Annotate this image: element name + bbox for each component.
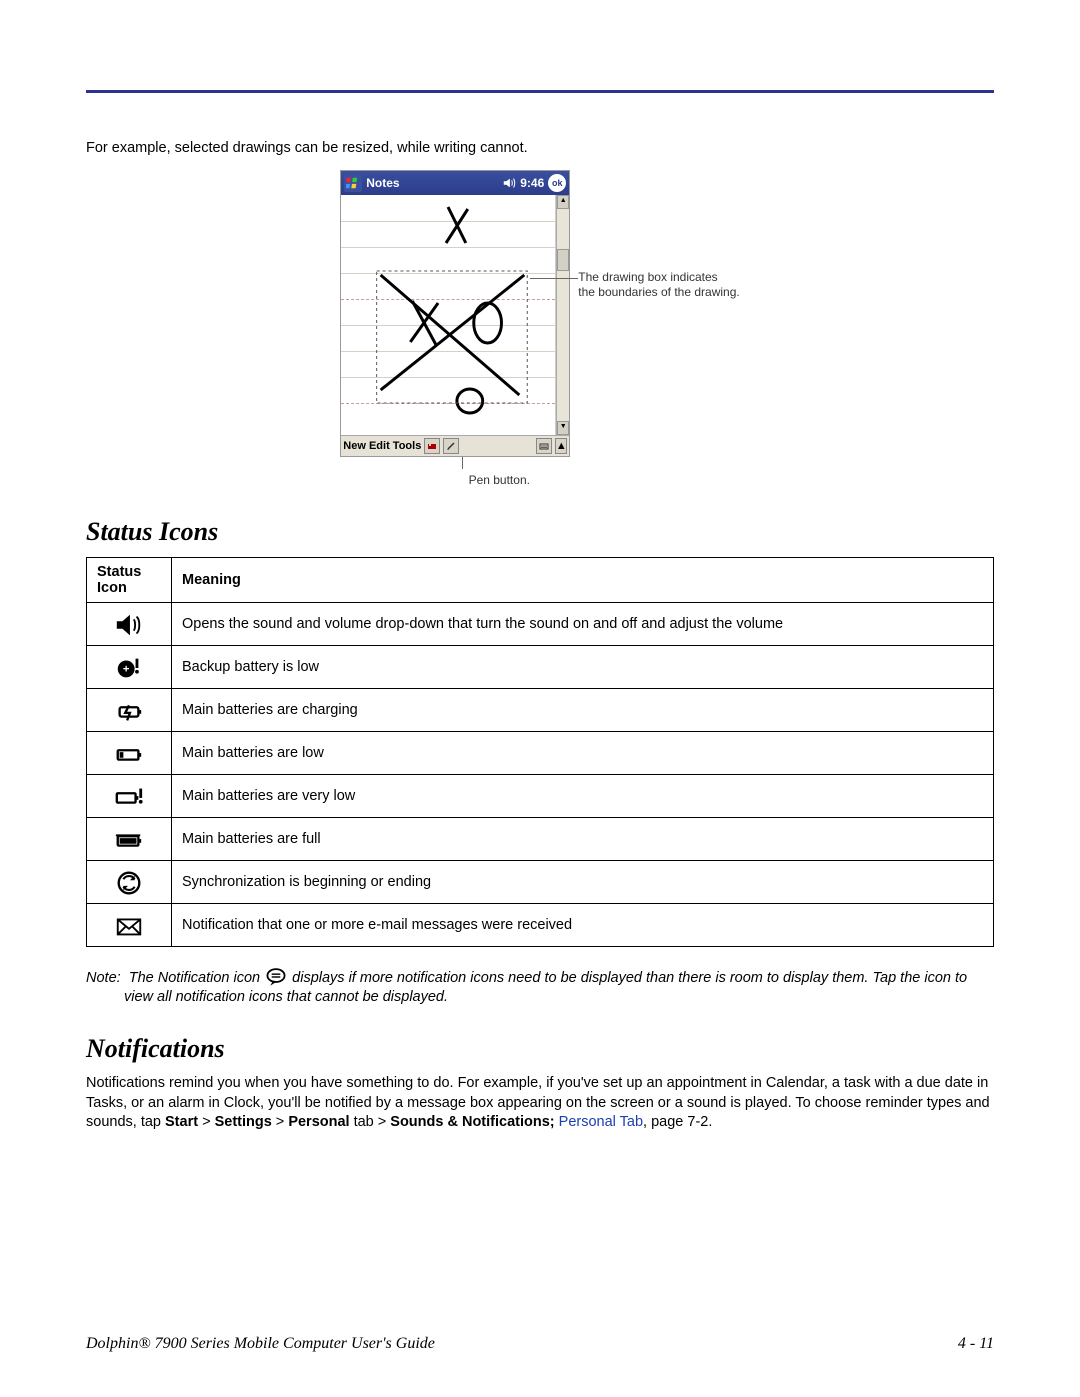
row-meaning: Main batteries are full [172, 817, 994, 860]
intro-text: For example, selected drawings can be re… [86, 139, 994, 158]
battery-very-low-icon [114, 782, 144, 812]
start-flag-icon [344, 174, 362, 192]
battery-full-icon [114, 825, 144, 855]
row-meaning: Opens the sound and volume drop-down tha… [172, 602, 994, 645]
drawing-content [341, 195, 555, 435]
row-meaning: Backup battery is low [172, 645, 994, 688]
notes-time: 9:46 [520, 176, 544, 190]
pen-toolbar-button[interactable] [443, 438, 459, 454]
footer-right: 4 - 11 [958, 1335, 994, 1353]
pen-button-callout: Pen button. [428, 473, 570, 487]
battery-low-icon [114, 739, 144, 769]
speaker-icon [114, 610, 144, 640]
table-row: Main batteries are low [87, 731, 994, 774]
scroll-thumb[interactable] [557, 249, 569, 271]
row-meaning: Notification that one or more e-mail mes… [172, 903, 994, 946]
footer-left: Dolphin® 7900 Series Mobile Computer Use… [86, 1335, 435, 1353]
status-icons-heading: Status Icons [86, 517, 994, 547]
table-row: Notification that one or more e-mail mes… [87, 903, 994, 946]
notes-scrollbar[interactable]: ▲ ▼ [556, 195, 569, 435]
status-icons-table: Status Icon Meaning Opens the sound and … [86, 557, 994, 947]
keyboard-button[interactable] [536, 438, 552, 454]
backup-battery-low-icon: + [114, 653, 144, 683]
row-meaning: Main batteries are charging [172, 688, 994, 731]
row-meaning: Synchronization is beginning or ending [172, 860, 994, 903]
col-header-meaning: Meaning [172, 557, 994, 602]
table-row: Main batteries are charging [87, 688, 994, 731]
table-row: Main batteries are full [87, 817, 994, 860]
svg-text:+: + [123, 664, 130, 676]
sync-icon [114, 868, 144, 898]
row-meaning: Main batteries are very low [172, 774, 994, 817]
personal-tab-link[interactable]: Personal Tab [555, 1114, 643, 1130]
edit-menu[interactable]: Edit [369, 440, 390, 452]
page-footer: Dolphin® 7900 Series Mobile Computer Use… [86, 1335, 994, 1353]
notes-canvas[interactable]: ▲ ▼ [341, 195, 569, 435]
scroll-up-button[interactable]: ▲ [557, 195, 569, 209]
table-row: + Backup battery is low [87, 645, 994, 688]
table-row: Opens the sound and volume drop-down tha… [87, 602, 994, 645]
new-menu[interactable]: New [343, 440, 366, 452]
notes-window: Notes 9:46 ok [340, 170, 570, 457]
mail-icon [114, 911, 144, 941]
row-meaning: Main batteries are low [172, 731, 994, 774]
table-row: Main batteries are very low [87, 774, 994, 817]
table-row: Synchronization is beginning or ending [87, 860, 994, 903]
ok-button[interactable]: ok [548, 174, 566, 192]
tools-menu[interactable]: Tools [393, 440, 422, 452]
battery-charging-icon [114, 696, 144, 726]
notifications-body: Notifications remind you when you have s… [86, 1074, 994, 1133]
keyboard-menu-button[interactable]: ▲ [555, 438, 567, 454]
record-button[interactable] [424, 438, 440, 454]
scroll-track[interactable] [557, 209, 569, 421]
notes-toolbar: New Edit Tools ▲ [341, 435, 569, 456]
speaker-small-icon [502, 176, 516, 190]
notification-overflow-icon [264, 967, 288, 987]
notes-title: Notes [366, 176, 399, 190]
scroll-down-button[interactable]: ▼ [557, 421, 569, 435]
drawing-box-callout: The drawing box indicates the boundaries… [578, 270, 739, 300]
notifications-heading: Notifications [86, 1034, 994, 1064]
page-top-rule [86, 90, 994, 93]
notes-titlebar: Notes 9:46 ok [341, 171, 569, 195]
notes-figure: Notes 9:46 ok [86, 170, 994, 487]
notification-note: Note: The Notification icon displays if … [86, 967, 994, 1008]
col-header-icon: Status Icon [87, 557, 172, 602]
